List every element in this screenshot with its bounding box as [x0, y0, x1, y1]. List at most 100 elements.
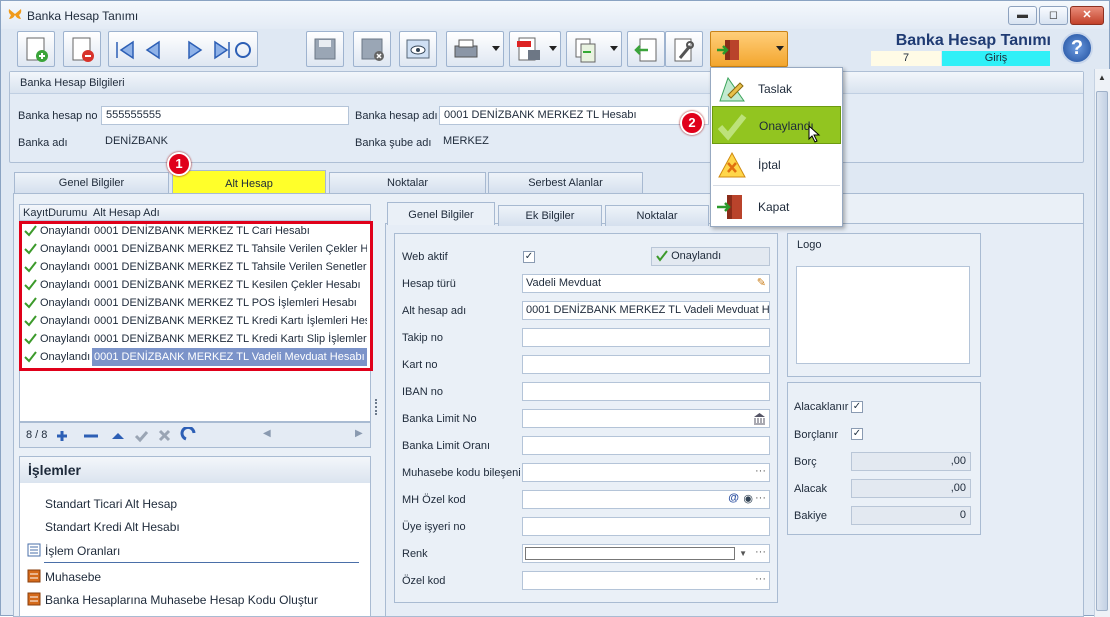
page-title: Banka Hesap Tanımı — [895, 32, 1051, 49]
tab-serbest-alanlar[interactable]: Serbest Alanlar — [488, 172, 643, 193]
banka-limit-no-input[interactable] — [522, 409, 770, 428]
borc-value: ,00 — [851, 452, 971, 471]
save-button[interactable] — [306, 31, 344, 67]
kart-no-label: Kart no — [402, 359, 438, 371]
ozel-kod-label: Özel kod — [402, 575, 446, 587]
scroll-left-icon[interactable]: ◀ — [263, 428, 271, 439]
bank-icon[interactable] — [753, 412, 766, 425]
status-menu-button[interactable] — [710, 31, 788, 67]
chevron-down-icon — [492, 46, 500, 51]
ellipsis-icon[interactable]: ··· — [755, 492, 766, 504]
edit-icon[interactable]: ✎ — [757, 276, 766, 289]
warning-icon — [718, 151, 746, 178]
delete-record-button[interactable] — [63, 31, 101, 67]
subtab-genel-bilgiler[interactable]: Genel Bilgiler — [387, 202, 495, 225]
preview-button[interactable] — [399, 31, 437, 67]
menu-item-kapat[interactable]: Kapat — [712, 188, 841, 226]
subtab-ek-bilgiler[interactable]: Ek Bilgiler — [498, 205, 602, 226]
hesap-no-label: Banka hesap no — [18, 110, 98, 122]
group-title: Banka Hesap Bilgileri — [10, 72, 1083, 94]
subtab-noktalar[interactable]: Noktalar — [605, 205, 709, 226]
copy-button[interactable] — [566, 31, 622, 67]
op-standart-kredi[interactable]: Standart Kredi Alt Hesabı — [45, 520, 180, 534]
navigation-icons — [116, 40, 251, 60]
maximize-button[interactable]: ◻ — [1039, 6, 1068, 25]
printer-icon — [454, 39, 478, 58]
ellipsis-icon[interactable]: ··· — [755, 546, 766, 558]
hesap-adi-input[interactable]: 0001 DENİZBANK MERKEZ TL Hesabı — [439, 106, 709, 125]
print-button[interactable] — [446, 31, 504, 67]
new-document-icon — [26, 37, 48, 62]
mh-ozel-kod-input[interactable]: @ ◉ ··· — [522, 490, 770, 509]
column-header-name[interactable]: Alt Hesap Adı — [93, 207, 160, 219]
hesap-turu-input[interactable]: Vadeli Mevduat ✎ — [522, 274, 770, 293]
logo-panel: Logo — [787, 233, 981, 377]
import-button[interactable] — [627, 31, 665, 67]
bakiye-label: Bakiye — [794, 510, 828, 522]
record-navigation-group — [108, 31, 258, 67]
list-icon — [27, 543, 41, 557]
scroll-right-icon[interactable]: ▶ — [355, 428, 363, 439]
uye-isyeri-label: Üye işyeri no — [402, 521, 466, 533]
takip-no-label: Takip no — [402, 332, 443, 344]
web-aktif-checkbox[interactable]: ✓ — [523, 251, 535, 263]
op-muhasebe-kodu-olustur[interactable]: Banka Hesaplarına Muhasebe Hesap Kodu Ol… — [45, 593, 318, 607]
chevron-down-icon[interactable]: ▼ — [739, 549, 747, 558]
kart-no-input[interactable] — [522, 355, 770, 374]
ellipsis-icon[interactable]: ··· — [755, 465, 766, 477]
hesap-no-input[interactable]: 555555555 — [101, 106, 349, 125]
menu-item-iptal[interactable]: İptal — [712, 146, 841, 184]
divider — [44, 562, 359, 563]
renk-select[interactable]: ▼ ··· — [522, 544, 770, 563]
logo-image-box[interactable] — [796, 266, 970, 364]
window-title: Banka Hesap Tanımı — [27, 9, 139, 23]
wrench-icon — [674, 38, 694, 62]
menu-item-iptal-label: İptal — [758, 158, 781, 172]
save-cancel-icon — [361, 38, 384, 61]
op-muhasebe[interactable]: Muhasebe — [45, 570, 101, 584]
alacaklanir-label: Alacaklanır — [794, 401, 849, 413]
menu-item-onaylandi[interactable]: Onaylandı — [712, 106, 841, 144]
alacak-label: Alacak — [794, 483, 828, 495]
chevron-down-icon — [776, 46, 784, 51]
muhasebe-kodu-input[interactable]: ··· — [522, 463, 770, 482]
close-button[interactable]: ✕ — [1070, 6, 1104, 25]
renk-label: Renk — [402, 548, 428, 560]
minimize-button[interactable]: ▬ — [1008, 6, 1037, 25]
tab-alt-hesap[interactable]: Alt Hesap — [172, 170, 326, 195]
alacaklanir-checkbox[interactable]: ✓ — [851, 401, 863, 413]
draft-icon — [719, 76, 745, 102]
view-icon[interactable]: ◉ — [743, 492, 753, 505]
operations-title: İşlemler — [20, 457, 370, 483]
column-header-status[interactable]: KayıtDurumu — [23, 207, 87, 219]
menu-item-taslak[interactable]: Taslak — [712, 70, 841, 108]
help-button[interactable]: ? — [1061, 32, 1093, 64]
borclanir-checkbox[interactable]: ✓ — [851, 428, 863, 440]
web-aktif-label: Web aktif — [402, 251, 448, 263]
uye-isyeri-input[interactable] — [522, 517, 770, 536]
splitter-handle[interactable] — [375, 399, 378, 415]
operations-panel: İşlemler Standart Ticari Alt Hesap Stand… — [19, 456, 371, 617]
at-icon[interactable]: @ — [728, 492, 739, 504]
tools-button[interactable] — [665, 31, 703, 67]
tab-genel-bilgiler[interactable]: Genel Bilgiler — [14, 172, 169, 193]
tab-noktalar[interactable]: Noktalar — [329, 172, 486, 193]
scrollbar-thumb[interactable] — [1096, 91, 1108, 611]
step-badge-1: 1 — [167, 152, 191, 176]
export-pdf-button[interactable] — [509, 31, 561, 67]
chevron-down-icon — [549, 46, 557, 51]
iban-no-input[interactable] — [522, 382, 770, 401]
menu-item-onaylandi-label: Onaylandı — [759, 119, 814, 133]
grid-nav-icons — [57, 427, 196, 443]
ozel-kod-input[interactable]: ··· — [522, 571, 770, 590]
op-islem-oranlari[interactable]: İşlem Oranları — [45, 544, 120, 558]
checkmark-icon — [656, 250, 668, 262]
alt-hesap-adi-input[interactable]: 0001 DENİZBANK MERKEZ TL Vadeli Mevduat … — [522, 301, 770, 320]
save-cancel-button[interactable] — [353, 31, 391, 67]
scroll-up-icon[interactable]: ▲ — [1098, 73, 1106, 82]
takip-no-input[interactable] — [522, 328, 770, 347]
op-standart-ticari[interactable]: Standart Ticari Alt Hesap — [45, 497, 177, 511]
ellipsis-icon[interactable]: ··· — [755, 573, 766, 585]
new-record-button[interactable] — [17, 31, 55, 67]
banka-limit-orani-input[interactable] — [522, 436, 770, 455]
